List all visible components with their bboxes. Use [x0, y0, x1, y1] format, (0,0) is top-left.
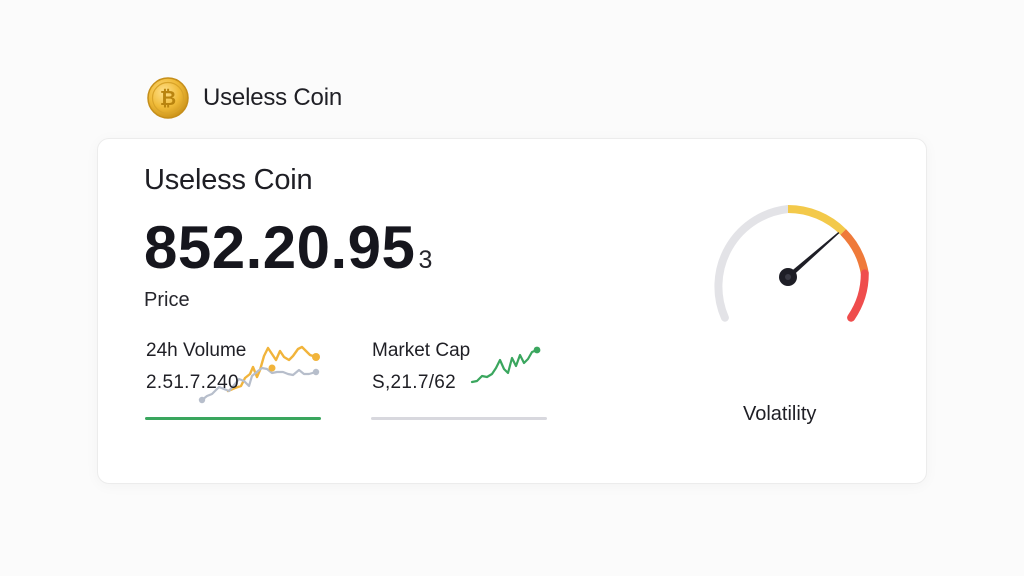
price-value: 852.20.95 [144, 214, 416, 281]
volatility-gauge-icon [714, 205, 869, 322]
stat-label: Market Cap [372, 340, 471, 361]
price-suffix: 3 [418, 246, 433, 274]
stat-label: 24h Volume [146, 340, 247, 361]
stat-market-cap[interactable]: Market Cap S,21.7/62 [370, 338, 548, 424]
svg-text:₿: ₿ [160, 88, 176, 110]
bitcoin-coin-icon: ₿ [147, 77, 189, 119]
brand-header: ₿ Useless Coin [147, 77, 342, 119]
coin-summary-card: Useless Coin 852.20.95 3 Price 24h Volum… [97, 138, 927, 484]
brand-name: Useless Coin [203, 84, 342, 111]
stat-24h-volume[interactable]: 24h Volume 2.51.7.240 [144, 338, 322, 424]
card-title: Useless Coin [144, 164, 313, 196]
stat-value: 2.51.7.240 [146, 372, 239, 393]
stat-value: S,21.7/62 [372, 372, 457, 393]
volatility-label: Volatility [743, 403, 817, 425]
sparkline-green-icon [470, 346, 541, 384]
volume-indicator-bar [145, 417, 321, 420]
market-cap-indicator-bar [371, 417, 547, 420]
price-label: Price [144, 289, 190, 311]
price-display: 852.20.95 3 [144, 213, 432, 282]
